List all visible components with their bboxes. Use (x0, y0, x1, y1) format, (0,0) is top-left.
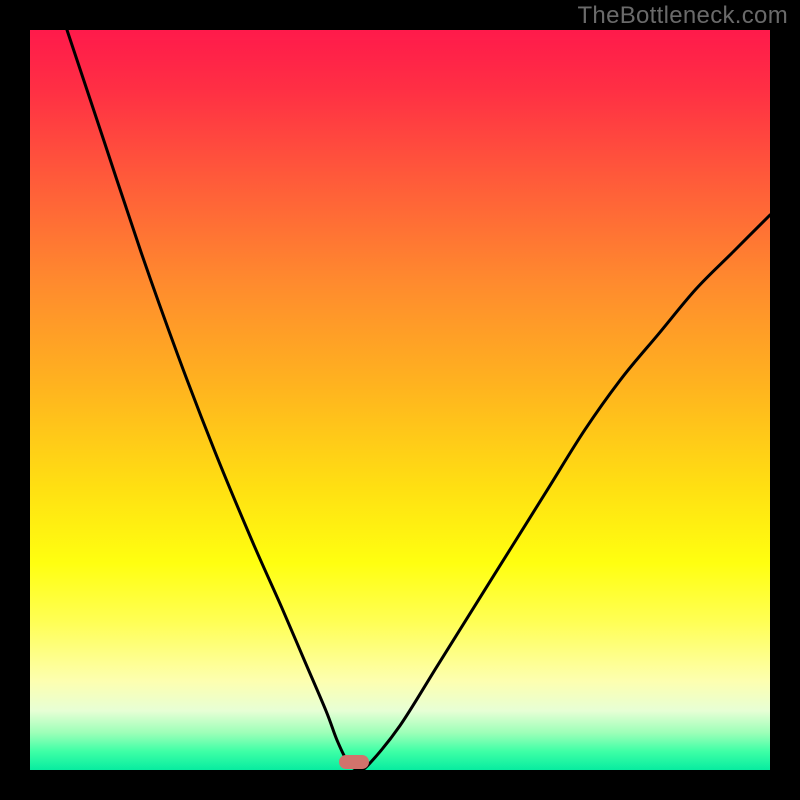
curve-svg (30, 30, 770, 770)
plot-area (30, 30, 770, 770)
vertex-marker (339, 755, 369, 769)
chart-frame: TheBottleneck.com (0, 0, 800, 800)
bottleneck-curve (67, 30, 770, 770)
watermark-text: TheBottleneck.com (577, 2, 788, 30)
